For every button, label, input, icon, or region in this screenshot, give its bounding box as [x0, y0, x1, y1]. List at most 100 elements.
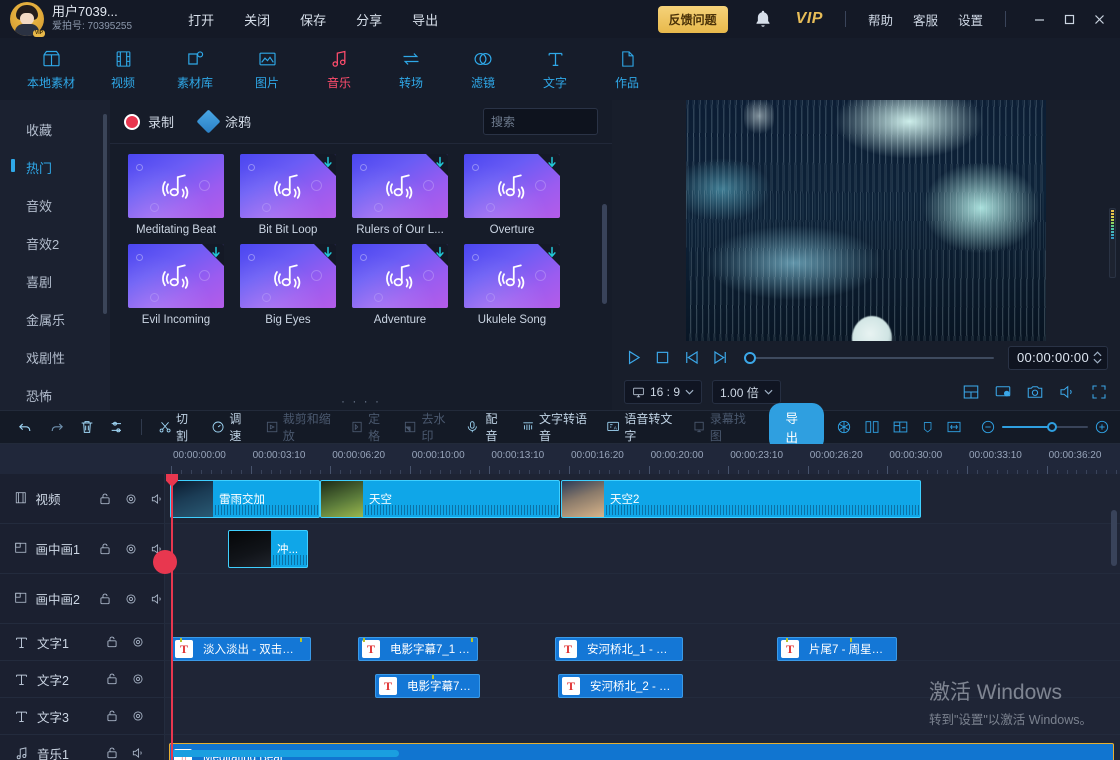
video-preview[interactable]: [612, 100, 1120, 341]
timeline-clip[interactable]: 冲...: [228, 530, 308, 568]
lock-icon[interactable]: [105, 635, 119, 649]
library-item[interactable]: Rulers of Our L...: [352, 154, 448, 236]
close-button[interactable]: [1084, 4, 1114, 34]
speech-to-text-button[interactable]: A 语音转文字: [599, 407, 684, 447]
timecode-stepper[interactable]: [1093, 351, 1102, 364]
timeline-clip[interactable]: T 安河桥北_1 - 安河...: [555, 637, 683, 661]
keyframe-pin[interactable]: [300, 637, 302, 642]
support-link[interactable]: 客服: [903, 6, 948, 33]
category-dramatic[interactable]: 戏剧性: [0, 338, 110, 376]
horizontal-scrollbar[interactable]: [171, 750, 399, 757]
zoom-in-icon[interactable]: [1094, 419, 1110, 435]
zoom-slider-handle[interactable]: [1047, 422, 1057, 432]
split-button[interactable]: 切割: [151, 407, 204, 447]
library-item[interactable]: Adventure: [352, 244, 448, 326]
undo-button[interactable]: [10, 416, 41, 439]
menu-open[interactable]: 打开: [174, 4, 228, 35]
track-header[interactable]: 音乐1: [0, 735, 165, 760]
tab-material-library[interactable]: 素材库: [162, 43, 228, 95]
timeline-ruler[interactable]: 00:00:00:0000:00:03:1000:00:06:2000:00:1…: [0, 444, 1120, 474]
zoom-slider[interactable]: [1002, 426, 1088, 429]
track-header[interactable]: 文字1: [0, 624, 165, 660]
screen-capture-button[interactable]: 录幕找图: [685, 407, 760, 447]
scrub-bar[interactable]: [744, 350, 994, 366]
keyframe-pin[interactable]: [180, 637, 182, 642]
lock-icon[interactable]: [98, 592, 112, 606]
lock-icon[interactable]: [105, 672, 119, 686]
timeline-clip[interactable]: T 安河桥北_2 - TO A...: [558, 674, 683, 698]
fit-icon[interactable]: [946, 418, 962, 436]
notification-bell-icon[interactable]: [752, 8, 774, 30]
volume-icon[interactable]: [1058, 383, 1076, 401]
help-link[interactable]: 帮助: [858, 6, 903, 33]
fullscreen-icon[interactable]: [1090, 383, 1108, 401]
timeline-clip[interactable]: 天空2: [561, 480, 921, 518]
library-item[interactable]: Ukulele Song: [464, 244, 560, 326]
track-header[interactable]: 画中画1: [0, 524, 165, 573]
doodle-button[interactable]: 涂鸦: [200, 112, 251, 131]
tab-image[interactable]: 图片: [234, 43, 300, 95]
lock-icon[interactable]: [98, 542, 112, 556]
track-header[interactable]: 文字2: [0, 661, 165, 697]
zoom-out-icon[interactable]: [980, 419, 996, 435]
delete-button[interactable]: [72, 416, 102, 438]
track-header[interactable]: 画中画2: [0, 574, 165, 623]
keyframe-pin[interactable]: [850, 637, 852, 642]
track-header[interactable]: 视频: [0, 474, 165, 523]
speed-button[interactable]: 调速: [204, 407, 257, 447]
search-box[interactable]: [483, 108, 598, 135]
maximize-button[interactable]: [1054, 4, 1084, 34]
timeline-clip[interactable]: 天空: [320, 480, 560, 518]
tab-works[interactable]: 作品: [594, 43, 660, 95]
category-hot[interactable]: 热门: [0, 148, 110, 186]
screen-record-icon[interactable]: [994, 383, 1012, 401]
timecode-field[interactable]: 00:00:00:00: [1008, 346, 1108, 370]
track-lane[interactable]: 雷雨交加 天空 天空2: [165, 474, 1120, 523]
play-icon[interactable]: [624, 348, 643, 367]
lock-icon[interactable]: [105, 746, 119, 760]
category-scrollbar[interactable]: [103, 114, 107, 314]
category-sfx2[interactable]: 音效2: [0, 224, 110, 262]
mute-icon[interactable]: [150, 492, 164, 506]
remove-watermark-button[interactable]: 去水印: [396, 407, 460, 447]
track-lane[interactable]: T 电影字幕7_2 - H... T 安河桥北_2 - TO A...: [165, 661, 1120, 697]
target-icon[interactable]: [836, 418, 852, 436]
track-lane[interactable]: [165, 698, 1120, 734]
settings-link[interactable]: 设置: [948, 6, 993, 33]
next-frame-icon[interactable]: [711, 348, 730, 367]
track-header[interactable]: 文字3: [0, 698, 165, 734]
category-horror[interactable]: 恐怖: [0, 376, 110, 410]
lock-icon[interactable]: [105, 709, 119, 723]
timeline-clip[interactable]: T 片尾7 - 周星星 星仔...: [777, 637, 897, 661]
tab-text[interactable]: 文字: [522, 43, 588, 95]
lock-icon[interactable]: [98, 492, 112, 506]
minimize-button[interactable]: [1024, 4, 1054, 34]
keyframe-pin[interactable]: [786, 637, 788, 642]
dubbing-button[interactable]: 配音: [460, 407, 513, 447]
keyframe-pin[interactable]: [432, 674, 434, 679]
marker-icon[interactable]: [921, 418, 934, 436]
library-item[interactable]: Bit Bit Loop: [240, 154, 336, 236]
feedback-button[interactable]: 反馈问题: [658, 6, 728, 33]
library-item[interactable]: Overture: [464, 154, 560, 236]
eye-icon[interactable]: [124, 492, 138, 506]
record-button[interactable]: 录制: [124, 112, 174, 131]
eye-icon[interactable]: [124, 592, 138, 606]
split-view-icon[interactable]: [962, 383, 980, 401]
eye-icon[interactable]: [131, 709, 145, 723]
snapshot-icon[interactable]: [1026, 383, 1044, 401]
track-lane[interactable]: 冲...: [165, 524, 1120, 573]
library-scrollbar[interactable]: [602, 204, 607, 304]
scrub-handle[interactable]: [744, 352, 756, 364]
eye-icon[interactable]: [131, 672, 145, 686]
keyframe-pin[interactable]: [363, 637, 365, 642]
text-to-speech-button[interactable]: 文字转语音: [514, 407, 599, 447]
avatar[interactable]: VIP: [10, 2, 44, 36]
library-item[interactable]: Evil Incoming: [128, 244, 224, 326]
eye-icon[interactable]: [124, 542, 138, 556]
menu-share[interactable]: 分享: [342, 4, 396, 35]
aspect-ratio-select[interactable]: 16 : 9: [624, 380, 702, 404]
tab-filter[interactable]: 滤镜: [450, 43, 516, 95]
track-lane[interactable]: T 淡入淡出 - 双击文字条编辑 T 电影字幕7_1 - Whe... T 安河…: [165, 624, 1120, 660]
category-sfx[interactable]: 音效: [0, 186, 110, 224]
